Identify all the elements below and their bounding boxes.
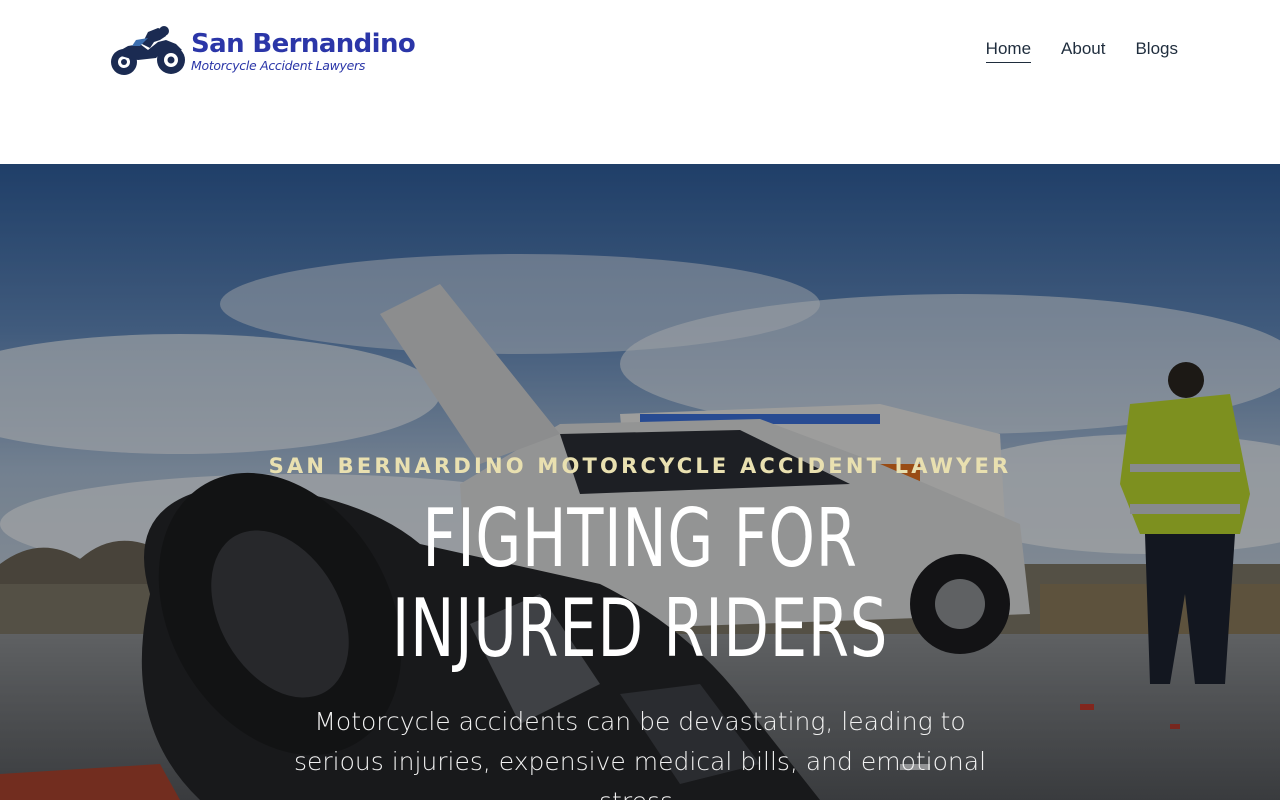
site-header: San Bernandino Motorcycle Accident Lawye…	[0, 0, 1280, 164]
nav-blogs-link[interactable]: Blogs	[1135, 38, 1178, 63]
site-logo[interactable]: San Bernandino Motorcycle Accident Lawye…	[108, 24, 416, 78]
brand-tagline: Motorcycle Accident Lawyers	[191, 57, 366, 73]
hero-content: SAN BERNARDINO MOTORCYCLE ACCIDENT LAWYE…	[0, 164, 1280, 800]
brand-name: San Bernandino	[191, 28, 416, 59]
motorcycle-icon	[111, 26, 185, 75]
nav-home-link[interactable]: Home	[985, 38, 1032, 63]
hero-section: SAN BERNARDINO MOTORCYCLE ACCIDENT LAWYE…	[0, 164, 1280, 800]
main-nav: Home About Blogs	[985, 38, 1178, 63]
hero-kicker: SAN BERNARDINO MOTORCYCLE ACCIDENT LAWYE…	[268, 454, 1012, 478]
nav-about-link[interactable]: About	[1061, 38, 1105, 63]
hero-title: FIGHTING FOR INJURED RIDERS	[391, 492, 889, 675]
hero-description: Motorcycle accidents can be devastating,…	[293, 707, 987, 800]
